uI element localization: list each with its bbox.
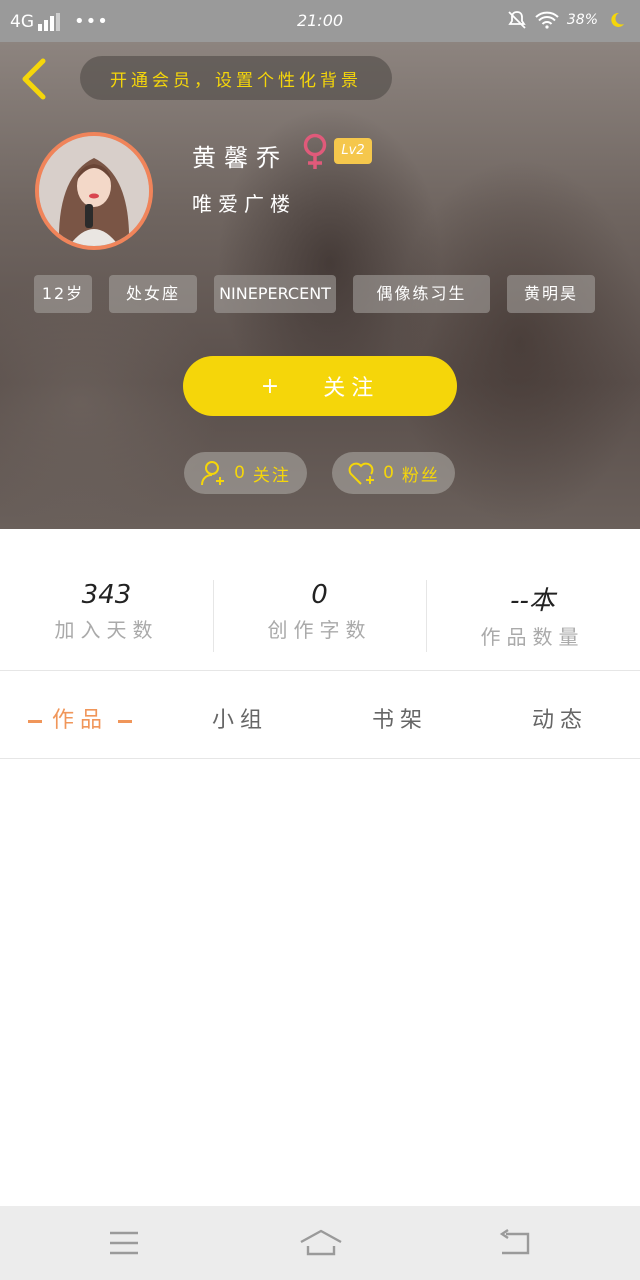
vip-background-banner[interactable]: 开通会员，设置个性化背景 <box>80 56 392 100</box>
tab-label: 小组 <box>211 708 268 733</box>
user-name: 黄馨乔 <box>192 144 288 172</box>
stat-value: 343 <box>81 580 132 610</box>
stat-word-count: 0 创作字数 <box>213 580 426 643</box>
tab-activity[interactable]: 动态 <box>510 702 610 734</box>
stat-label: 作品数量 <box>480 625 585 649</box>
fans-label: 粉丝 <box>401 465 440 486</box>
profile-tabs: 作品 小组 书架 动态 <box>0 672 640 758</box>
profile-header: 开通会员，设置个性化背景 黄馨乔 Lv2 唯爱广楼 12岁 处女座 NINEPE… <box>0 42 640 529</box>
user-signature: 唯爱广楼 <box>192 192 296 216</box>
tab-bookshelf[interactable]: 书架 <box>350 702 450 734</box>
divider <box>0 670 640 671</box>
fans-count: 0 <box>383 463 396 483</box>
home-button[interactable] <box>298 1228 344 1258</box>
silent-bell-icon <box>508 11 526 29</box>
chevron-left-icon <box>22 58 46 100</box>
plus-icon: + <box>260 373 286 399</box>
system-nav-bar <box>0 1206 640 1280</box>
stat-join-days: 343 加入天数 <box>0 580 213 643</box>
follow-button-label: 关注 <box>323 376 380 401</box>
tag-idol: 黄明昊 <box>507 275 595 313</box>
status-right: 38% <box>507 10 626 30</box>
back-nav-button[interactable] <box>496 1228 536 1258</box>
stat-value: --本 <box>510 586 555 616</box>
tab-groups[interactable]: 小组 <box>190 702 290 734</box>
tab-label: 书架 <box>371 708 428 733</box>
add-user-icon <box>201 461 225 486</box>
tag-zodiac: 处女座 <box>109 275 197 313</box>
status-bar: 4G ••• 21:00 38% <box>0 0 640 42</box>
home-icon <box>300 1229 342 1256</box>
tab-works[interactable]: 作品 <box>18 702 142 734</box>
tag-group: NINEPERCENT <box>214 275 336 313</box>
stat-label: 创作字数 <box>267 618 372 642</box>
following-count: 0 <box>234 463 247 483</box>
tag-age: 12岁 <box>34 275 92 313</box>
tab-label: 作品 <box>51 708 108 733</box>
tab-indicator <box>27 719 42 723</box>
wifi-icon <box>535 11 559 29</box>
avatar-portrait <box>39 136 149 246</box>
follow-button[interactable]: + 关注 <box>183 356 457 416</box>
menu-icon <box>110 1231 138 1255</box>
level-badge: Lv2 <box>334 138 372 164</box>
content-area <box>0 759 640 1206</box>
female-icon <box>303 133 327 169</box>
battery-level: 38% <box>566 12 598 28</box>
back-button[interactable] <box>16 56 52 102</box>
avatar[interactable] <box>35 132 153 250</box>
following-button[interactable]: 0 关注 <box>184 452 307 494</box>
profile-stats: 343 加入天数 0 创作字数 --本 作品数量 <box>0 530 640 670</box>
moon-icon <box>611 12 624 27</box>
following-label: 关注 <box>252 465 291 486</box>
tab-label: 动态 <box>531 708 588 733</box>
fans-button[interactable]: 0 粉丝 <box>332 452 455 494</box>
tab-indicator <box>118 719 132 723</box>
return-icon <box>499 1229 530 1255</box>
tag-show: 偶像练习生 <box>353 275 490 313</box>
menu-button[interactable] <box>106 1228 146 1258</box>
heart-plus-icon <box>348 462 375 485</box>
stat-label: 加入天数 <box>54 618 159 642</box>
stat-value: 0 <box>311 580 328 610</box>
stat-works-count: --本 作品数量 <box>426 580 639 650</box>
